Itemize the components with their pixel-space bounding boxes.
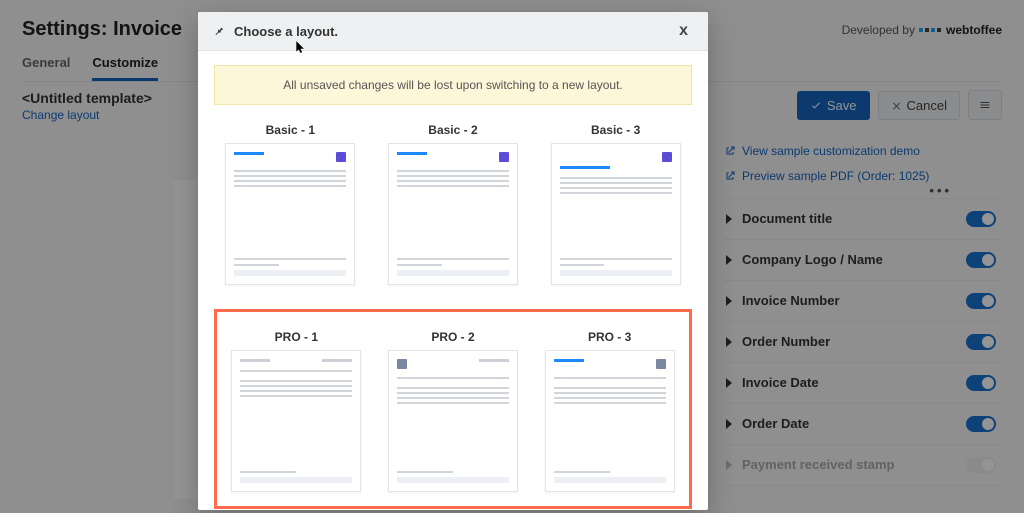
layout-thumbnail [545, 350, 675, 492]
cursor-icon [294, 38, 308, 56]
pin-icon [212, 24, 226, 38]
modal-close-button[interactable]: x [673, 22, 694, 40]
choose-layout-modal: Choose a layout. x All unsaved changes w… [198, 12, 708, 510]
layout-label: Basic - 3 [551, 123, 681, 137]
layout-thumbnail [388, 143, 518, 285]
layout-pro-2[interactable]: PRO - 2 [388, 330, 518, 492]
modal-title: Choose a layout. [212, 24, 338, 39]
layout-basic-3[interactable]: Basic - 3 [551, 123, 681, 285]
layout-pro-highlight: PRO - 1 PRO - 2 [214, 309, 692, 509]
layout-thumbnail [225, 143, 355, 285]
layout-label: PRO - 1 [231, 330, 361, 344]
layout-pro-3[interactable]: PRO - 3 [545, 330, 675, 492]
layout-label: PRO - 2 [388, 330, 518, 344]
layout-row-basic: Basic - 1 Basic - 2 [214, 123, 692, 285]
layout-gallery: Basic - 1 Basic - 2 [198, 115, 708, 510]
modal-warning: All unsaved changes will be lost upon sw… [214, 65, 692, 105]
layout-label: Basic - 2 [388, 123, 518, 137]
layout-basic-2[interactable]: Basic - 2 [388, 123, 518, 285]
layout-thumbnail [551, 143, 681, 285]
layout-label: PRO - 3 [545, 330, 675, 344]
layout-row-pro: PRO - 1 PRO - 2 [223, 330, 683, 492]
layout-label: Basic - 1 [225, 123, 355, 137]
layout-thumbnail [231, 350, 361, 492]
layout-thumbnail [388, 350, 518, 492]
layout-basic-1[interactable]: Basic - 1 [225, 123, 355, 285]
modal-header: Choose a layout. x [198, 12, 708, 51]
layout-pro-1[interactable]: PRO - 1 [231, 330, 361, 492]
modal-title-text: Choose a layout. [234, 24, 338, 39]
